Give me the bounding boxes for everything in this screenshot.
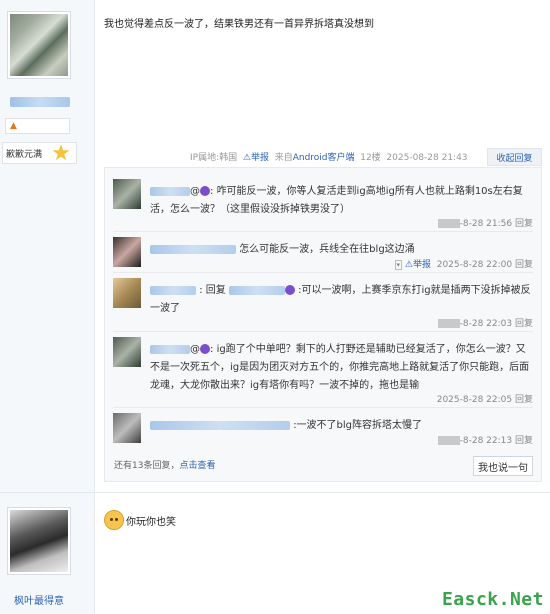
report-link[interactable]: 举报: [413, 260, 431, 270]
reply-button[interactable]: 回复: [515, 319, 533, 329]
client-link[interactable]: Android客户端: [293, 153, 355, 163]
post-meta: IP属地:韩国 ⚠举报 来自Android客户端 12楼 2025-08-28 …: [190, 153, 468, 163]
ip-location: IP属地:韩国: [190, 153, 238, 163]
reply-footer: 2025-8-28 22:05 回复: [436, 395, 533, 405]
username[interactable]: 枫叶最得意: [14, 592, 64, 607]
author-column: ▲ 歉歉元满 枫叶最得意: [0, 0, 95, 614]
reply-button[interactable]: 回复: [515, 395, 533, 405]
reply-username[interactable]: [150, 420, 290, 430]
reply-avatar[interactable]: [113, 278, 141, 308]
level-badge[interactable]: 歉歉元满: [2, 142, 77, 164]
collapse-replies-button[interactable]: 收起回复: [487, 148, 542, 166]
reply-username[interactable]: [150, 186, 190, 196]
chevron-down-icon[interactable]: ▾: [394, 260, 403, 270]
reply-input-button[interactable]: 我也说一句: [473, 456, 533, 476]
watermark: Easck.Net: [441, 589, 544, 610]
reply-avatar[interactable]: [113, 179, 141, 209]
reply-button[interactable]: 回复: [515, 436, 533, 446]
post-divider: [0, 492, 550, 493]
username-blurred[interactable]: [10, 97, 70, 107]
reply-avatar[interactable]: [113, 237, 141, 267]
laughing-face-icon: [104, 510, 124, 530]
more-replies: 还有13条回复，点击查看: [114, 461, 216, 471]
avatar[interactable]: [8, 12, 70, 78]
reply-username[interactable]: [150, 344, 190, 354]
report-link[interactable]: 举报: [251, 153, 269, 163]
fire-icon: ▲: [10, 121, 17, 131]
member-badge: ▲: [5, 118, 70, 134]
divider: [113, 272, 533, 273]
warning-icon: ⚠: [404, 260, 413, 270]
reply-avatar[interactable]: [113, 413, 141, 443]
reply-footer: ▾ ⚠举报 2025-8-28 22:00 回复: [394, 260, 533, 270]
floor-number: 12楼: [360, 153, 381, 163]
reply-list: @: 咋可能反一波，你等人复活走到ig高地ig所有人也就上路剩10s左右复活，怎…: [104, 167, 542, 482]
reply-text: :一波不了blg阵容拆塔太慢了: [293, 420, 423, 431]
view-more-link[interactable]: 点击查看: [179, 461, 215, 471]
reply-button[interactable]: 回复: [515, 260, 533, 270]
reply-footer: -8-28 22:03 回复: [437, 316, 533, 329]
reply-text: 怎么可能反一波，兵线全在往blg这边涌: [239, 244, 415, 255]
post-content: 你玩你也笑: [104, 510, 176, 530]
divider: [113, 407, 533, 408]
warning-icon: ⚠: [242, 153, 251, 163]
reply-footer: -8-28 22:13 回复: [437, 433, 533, 446]
reply-to-username[interactable]: [228, 285, 285, 295]
emoji-icon: [200, 186, 210, 196]
star-icon: [52, 144, 70, 161]
reply-avatar[interactable]: [113, 337, 141, 367]
emoji-icon: [284, 285, 295, 295]
reply-username[interactable]: [150, 285, 196, 295]
divider: [113, 231, 533, 232]
reply-button[interactable]: 回复: [515, 219, 533, 229]
emoji-icon: [200, 344, 210, 354]
post-time: 2025-08-28 21:43: [386, 153, 468, 163]
post-content: 我也觉得差点反一波了，结果铁男还有一首异界拆塔真没想到: [104, 19, 374, 30]
divider: [113, 331, 533, 332]
reply-footer: -8-28 21:56 回复: [437, 216, 533, 229]
level-name: 歉歉元满: [6, 149, 43, 160]
avatar[interactable]: [8, 508, 70, 574]
reply-username[interactable]: [150, 244, 236, 254]
